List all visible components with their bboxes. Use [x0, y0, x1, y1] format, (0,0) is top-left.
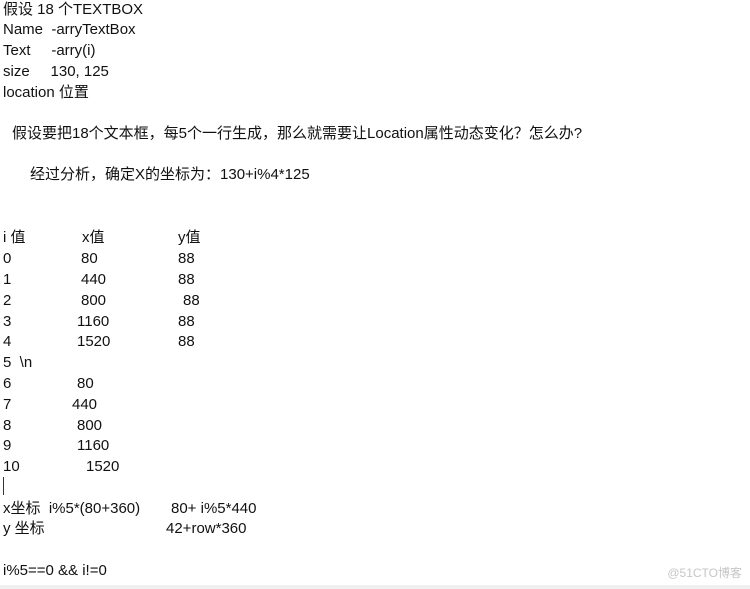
- table-row-i: 3: [3, 313, 12, 330]
- x-coordinate-label: x坐标 i%5*(80+360): [3, 500, 141, 517]
- table-row-i: 8: [3, 417, 12, 434]
- table-row-y: 88: [178, 250, 195, 267]
- table-row-i: 2: [3, 292, 12, 309]
- table-row-x: 80: [77, 375, 94, 392]
- table-row-i: 6: [3, 375, 12, 392]
- table-row-x: 80: [81, 250, 98, 267]
- y-coordinate-label: y 坐标: [3, 520, 45, 537]
- table-row-x: 1520: [77, 333, 111, 350]
- table-row-i: 5 \n: [3, 354, 33, 371]
- table-row-x: 800: [81, 292, 107, 309]
- y-coordinate-formula: 42+row*360: [166, 520, 247, 537]
- header-line-4: size 130, 125: [3, 63, 109, 80]
- table-row-y: 88: [183, 292, 200, 309]
- header-line-2: Name -arryTextBox: [3, 21, 136, 38]
- table-row-x: 1160: [77, 313, 110, 330]
- table-row-x: 1520: [86, 458, 120, 475]
- bottom-bar: [0, 585, 750, 589]
- table-row-i: 10: [3, 458, 20, 475]
- table-row-i: 4: [3, 333, 12, 350]
- table-header-x: x值: [82, 229, 105, 246]
- table-row-i: 1: [3, 271, 12, 288]
- table-row-y: 88: [178, 313, 195, 330]
- table-header-i: i 值: [3, 229, 26, 246]
- table-row-x: 1160: [77, 437, 110, 454]
- header-line-1: 假设 18 个TEXTBOX: [3, 1, 144, 18]
- table-header-y: y值: [178, 229, 201, 246]
- header-line-5: location 位置: [3, 84, 89, 101]
- table-row-y: 88: [178, 271, 195, 288]
- header-line-3: Text -arry(i): [3, 42, 96, 59]
- question-text: 假设要把18个文本框，每5个一行生成，那么就需要让Location属性动态变化？…: [12, 125, 583, 142]
- watermark: @51CTO博客: [667, 566, 742, 580]
- table-row-x: 440: [81, 271, 107, 288]
- table-row-i: 9: [3, 437, 12, 454]
- table-row-x: 800: [77, 417, 103, 434]
- table-row-x: 440: [72, 396, 98, 413]
- text-cursor[interactable]: [3, 477, 4, 495]
- x-coordinate-formula: 80+ i%5*440: [171, 500, 257, 517]
- table-row-i: 7: [3, 396, 12, 413]
- analysis-text: 经过分析，确定X的坐标为：130+i%4*125: [30, 166, 310, 183]
- table-row-i: 0: [3, 250, 12, 267]
- table-row-y: 88: [178, 333, 195, 350]
- new-row-condition: i%5==0 && i!=0: [3, 562, 107, 579]
